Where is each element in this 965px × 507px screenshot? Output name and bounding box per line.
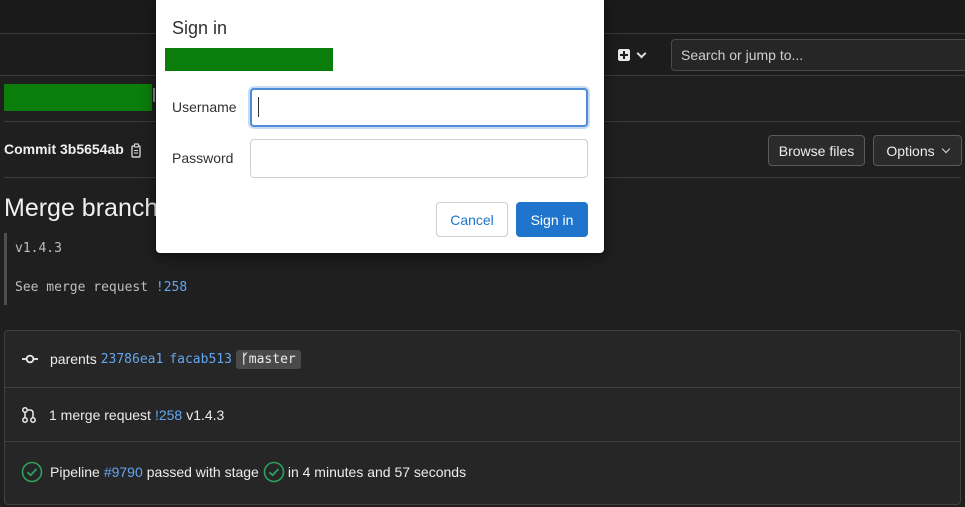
merge-request-version: v1.4.3 [186,407,225,423]
merge-request-row: 1 merge request !258 v1.4.3 [5,403,960,427]
commit-message-line: See merge request !258 [15,280,187,295]
merge-request-icon [22,407,36,423]
branch-badge[interactable]: ᚴmaster [235,349,301,369]
parents-label: parents [50,351,97,367]
username-label: Username [172,99,237,115]
modal-title: Sign in [172,18,228,38]
commit-info-box: parents 23786ea1 facab513 ᚴmaster 1 merg… [4,330,961,505]
pipeline-duration: in 4 minutes and 57 seconds [287,464,467,480]
chevron-down-icon [941,144,950,153]
cancel-label: Cancel [450,211,494,228]
pipeline-label: Pipeline [50,464,100,480]
password-input[interactable] [250,139,588,178]
username-input[interactable] [250,88,588,127]
browse-files-label: Browse files [778,142,855,159]
commit-message-version: v1.4.3 [15,241,62,256]
chevron-down-icon [636,48,647,58]
commit-title: Merge branch [4,194,159,222]
breadcrumb-separator [153,88,155,102]
redacted-breadcrumb [4,84,152,111]
row-divider [5,387,960,388]
pipeline-passed-icon[interactable] [21,461,43,483]
sign-in-modal: Sign in Username Password Cancel Sign in [156,0,604,253]
commit-message-border [4,233,7,305]
password-label: Password [172,150,234,166]
commit-label: Commit 3b5654ab [4,141,124,157]
commit-message-see: See merge request [15,280,149,295]
pipeline-row: Pipeline #9790 passed with stage in 4 mi… [5,459,960,485]
options-button[interactable]: Options [873,135,962,166]
merge-request-link[interactable]: !258 [155,407,182,423]
create-new-button[interactable] [612,44,658,66]
row-divider [5,441,960,442]
browse-files-button[interactable]: Browse files [768,135,865,166]
search-placeholder: Search or jump to... [681,47,804,63]
pipeline-link[interactable]: #9790 [104,464,143,480]
text-caret [258,97,259,117]
plus-icon [618,49,630,61]
branch-name: master [248,351,296,367]
commit-message-mr-link[interactable]: !258 [156,280,187,295]
options-label: Options [886,142,935,159]
cancel-button[interactable]: Cancel [436,202,508,237]
copy-icon[interactable] [131,143,143,158]
sign-in-button[interactable]: Sign in [516,202,588,237]
commit-icon [22,354,38,364]
pipeline-status-text: passed with stage [146,464,259,480]
search-input[interactable]: Search or jump to... [671,39,965,71]
parents-row: parents 23786ea1 facab513 ᚴmaster [5,347,960,371]
stage-passed-icon[interactable] [263,461,285,483]
sign-in-label: Sign in [530,211,574,228]
merge-request-text: 1 merge request [49,407,151,423]
parent-link-2[interactable]: facab513 [169,352,232,367]
parent-link-1[interactable]: 23786ea1 [101,352,164,367]
redacted-modal-banner [165,48,333,71]
branch-icon: ᚴ [240,351,249,367]
